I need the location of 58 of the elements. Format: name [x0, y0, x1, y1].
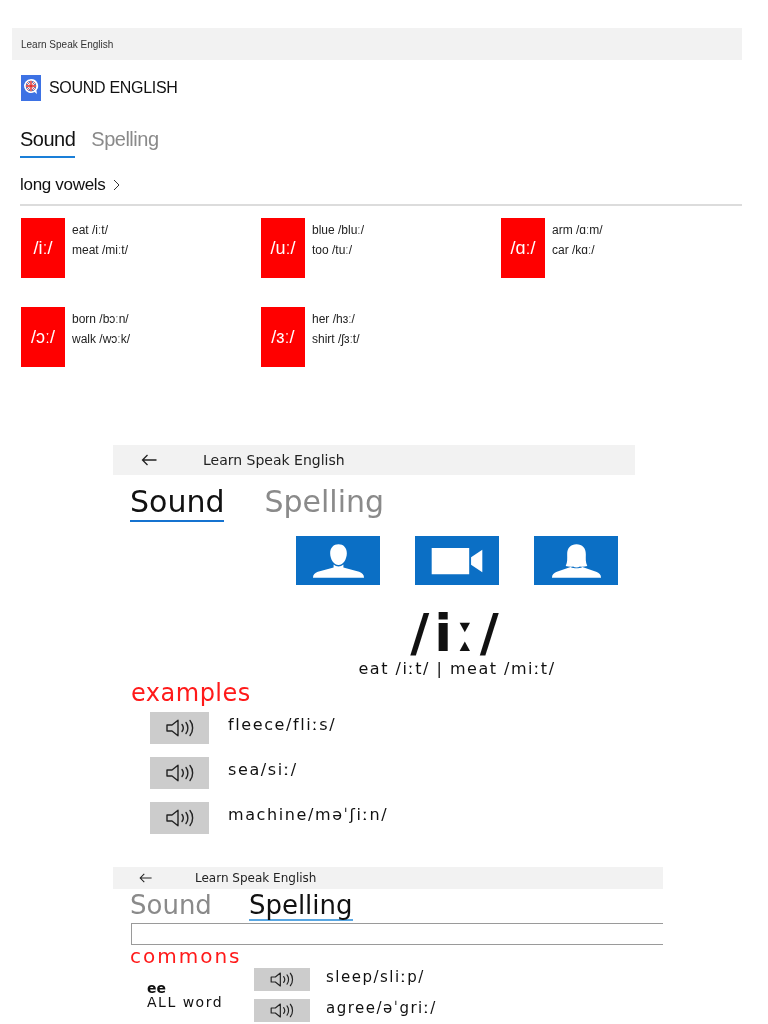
speaker-icon: [165, 764, 194, 782]
vowel-tile[interactable]: /iː/: [21, 218, 65, 278]
pattern-note: ALL word: [147, 995, 224, 1009]
play-sound-button[interactable]: [150, 757, 209, 789]
window-title: Learn Speak English: [195, 871, 317, 885]
tab[interactable]: Sound: [130, 484, 225, 522]
input-field[interactable]: [131, 923, 663, 945]
example-word: meat /miːt/: [72, 242, 128, 259]
male-silhouette-icon: [311, 543, 365, 578]
example-word: walk /wɔːk/: [72, 331, 130, 348]
play-sound-button[interactable]: [150, 802, 209, 834]
speaker-icon: [270, 972, 294, 987]
window-title: Learn Speak English: [21, 38, 114, 50]
phonetic-symbol: /iː/: [410, 607, 504, 659]
tab[interactable]: Sound: [20, 126, 76, 158]
chevron-right-icon: [112, 179, 120, 191]
app-title: SOUND ENGLISH: [49, 79, 178, 97]
example-word: sea/siː/: [228, 759, 298, 780]
play-sound-button[interactable]: [254, 999, 310, 1022]
tab[interactable]: Spelling: [264, 484, 385, 522]
video-button[interactable]: [415, 536, 499, 585]
example-word: agree/əˈgriː/: [326, 999, 437, 1017]
example-word: machine/məˈʃiːn/: [228, 804, 389, 825]
tab[interactable]: Spelling: [248, 891, 353, 921]
example-words: eat /iːt/ | meat /miːt/: [358, 659, 556, 679]
spelling-pattern: ee: [147, 981, 166, 995]
back-arrow-icon[interactable]: [141, 454, 157, 466]
window-title: Learn Speak English: [203, 452, 345, 468]
speaker-icon: [270, 1003, 294, 1018]
example-word: car /kɑː/: [552, 242, 595, 259]
app-logo-icon: [21, 75, 41, 101]
example-word: blue /bluː/: [312, 222, 365, 239]
back-arrow-icon[interactable]: [139, 873, 152, 883]
example-word: eat /iːt/: [72, 222, 109, 239]
example-word: born /bɔːn/: [72, 311, 129, 328]
vowel-tile[interactable]: /ɜː/: [261, 307, 305, 367]
speaker-icon: [165, 809, 194, 827]
tab[interactable]: Spelling: [91, 126, 159, 158]
section-heading: commons: [130, 945, 242, 967]
example-word: fleece/fliːs/: [228, 714, 337, 735]
speaker-icon: [165, 719, 194, 737]
example-word: her /hɜː/: [312, 311, 355, 328]
vowel-tile[interactable]: /ɑː/: [501, 218, 545, 278]
male-voice-button[interactable]: [296, 536, 380, 585]
example-word: too /tuː/: [312, 242, 353, 259]
category-selector[interactable]: long vowels: [20, 174, 120, 196]
female-silhouette-icon: [549, 543, 603, 578]
example-word: arm /ɑːm/: [552, 222, 603, 239]
tab[interactable]: Sound: [130, 891, 212, 921]
vowel-tile[interactable]: /uː/: [261, 218, 305, 278]
section-heading: examples: [131, 679, 251, 707]
example-word: shirt /ʃɜːt/: [312, 331, 360, 348]
video-camera-icon: [430, 545, 484, 576]
female-voice-button[interactable]: [534, 536, 618, 585]
play-sound-button[interactable]: [150, 712, 209, 744]
play-sound-button[interactable]: [254, 968, 310, 991]
example-word: sleep/sliːp/: [326, 968, 425, 986]
vowel-tile[interactable]: /ɔː/: [21, 307, 65, 367]
